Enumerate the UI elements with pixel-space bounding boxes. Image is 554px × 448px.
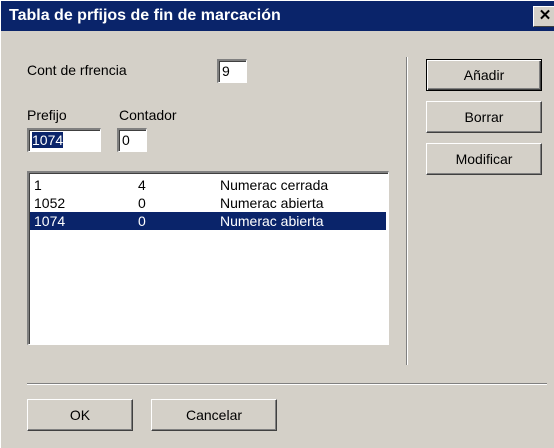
ref-counter-value: 9 <box>222 63 230 79</box>
list-item-type: Numerac cerrada <box>220 177 329 193</box>
horizontal-divider <box>27 383 547 385</box>
list-item-count: 0 <box>138 213 146 229</box>
close-icon: ✕ <box>538 7 552 24</box>
delete-button[interactable]: Borrar <box>426 101 542 133</box>
prefix-label: Prefijo <box>27 107 67 123</box>
list-item-type: Numerac abierta <box>220 213 324 229</box>
list-item-count: 4 <box>138 177 146 193</box>
list-item-count: 0 <box>138 195 146 211</box>
counter-label: Contador <box>119 107 177 123</box>
list-item[interactable]: 1074 0 Numerac abierta <box>30 212 386 230</box>
vertical-divider <box>406 57 408 365</box>
prefix-list[interactable]: 1 4 Numerac cerrada 1052 0 Numerac abierta 107… <box>27 171 389 345</box>
title-bar[interactable]: Tabla de prfijos de fin de marcación ✕ <box>1 1 554 31</box>
list-item-prefix: 1 <box>34 177 42 193</box>
add-button[interactable]: Añadir <box>426 59 542 91</box>
list-item-type: Numerac abierta <box>220 195 324 211</box>
list-item[interactable]: 1 4 Numerac cerrada <box>30 176 386 194</box>
ref-counter-label: Cont de rfrencia <box>27 62 127 78</box>
prefix-input[interactable]: 1074 <box>27 128 101 152</box>
ok-button[interactable]: OK <box>27 399 133 431</box>
counter-input[interactable]: 0 <box>117 128 147 152</box>
cancel-button[interactable]: Cancelar <box>151 399 277 431</box>
prefix-input-value: 1074 <box>32 132 64 148</box>
list-item-prefix: 1052 <box>34 195 66 211</box>
window-title: Tabla de prfijos de fin de marcación <box>9 7 281 24</box>
counter-input-value: 0 <box>122 132 130 148</box>
close-button[interactable]: ✕ <box>533 6 554 27</box>
ref-counter-field[interactable]: 9 <box>217 59 247 83</box>
modify-button[interactable]: Modificar <box>426 143 542 175</box>
dialog-window: Tabla de prfijos de fin de marcación ✕ C… <box>0 0 554 448</box>
list-item-prefix: 1074 <box>34 213 66 229</box>
list-item[interactable]: 1052 0 Numerac abierta <box>30 194 386 212</box>
